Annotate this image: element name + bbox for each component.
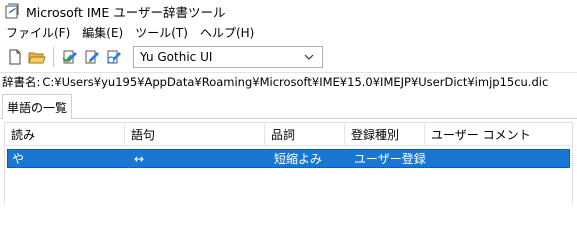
tab-word-list-label: 単語の一覧	[7, 100, 68, 115]
menu-tools[interactable]: ツール(T)	[129, 24, 194, 41]
column-word[interactable]: 語句	[125, 123, 265, 146]
table-row[interactable]: や ↔ 短縮よみ ユーザー登録	[7, 149, 570, 168]
merge-icon	[107, 50, 121, 64]
edit-word-icon	[62, 50, 77, 64]
new-file-icon	[9, 49, 21, 65]
column-registration-type[interactable]: 登録種別	[345, 123, 425, 146]
menu-bar: ファイル(F) 編集(E) ツール(T) ヘルプ(H)	[0, 22, 577, 42]
word-list[interactable]: 読み 語句 品詞 登録種別 ユーザー コメント や ↔ 短縮よみ ユーザー登録	[4, 122, 573, 204]
cell-word: ↔	[134, 151, 145, 166]
tab-word-list[interactable]: 単語の一覧	[2, 94, 73, 119]
cell-registration-type: ユーザー登録	[354, 152, 426, 166]
list-header: 読み 語句 品詞 登録種別 ユーザー コメント	[5, 123, 572, 146]
new-file-button[interactable]	[4, 46, 26, 68]
window-title: Microsoft IME ユーザー辞書ツール	[26, 4, 226, 20]
dictionary-tool-icon	[5, 3, 19, 19]
chevron-down-icon	[302, 50, 316, 64]
title-bar: Microsoft IME ユーザー辞書ツール	[0, 0, 577, 22]
menu-file[interactable]: ファイル(F)	[0, 24, 76, 41]
dictionary-path-label: 辞書名:	[2, 74, 41, 89]
edit-word-button[interactable]	[59, 46, 81, 68]
menu-edit[interactable]: 編集(E)	[76, 24, 129, 41]
column-user-comment[interactable]: ユーザー コメント	[425, 123, 572, 146]
menu-help[interactable]: ヘルプ(H)	[194, 24, 260, 41]
column-reading[interactable]: 読み	[5, 123, 125, 146]
font-select[interactable]: Yu Gothic UI	[133, 46, 323, 68]
open-folder-icon	[28, 52, 46, 64]
cell-user-comment	[430, 150, 434, 167]
cell-part-of-speech: 短縮よみ	[274, 152, 323, 166]
dictionary-path: 辞書名: C:¥Users¥yu195¥AppData¥Roaming¥Micr…	[0, 72, 577, 90]
toolbar-separator	[53, 47, 54, 67]
tab-strip: 単語の一覧	[0, 92, 577, 119]
toolbar: Yu Gothic UI	[0, 42, 577, 72]
merge-button[interactable]	[103, 46, 125, 68]
dictionary-path-value: C:¥Users¥yu195¥AppData¥Roaming¥Microsoft…	[42, 74, 549, 89]
delete-word-icon	[85, 50, 99, 64]
column-part-of-speech[interactable]: 品詞	[265, 123, 345, 146]
open-button[interactable]	[26, 46, 48, 68]
cell-reading: や	[12, 152, 25, 166]
delete-word-button[interactable]	[81, 46, 103, 68]
font-select-value: Yu Gothic UI	[140, 50, 213, 64]
